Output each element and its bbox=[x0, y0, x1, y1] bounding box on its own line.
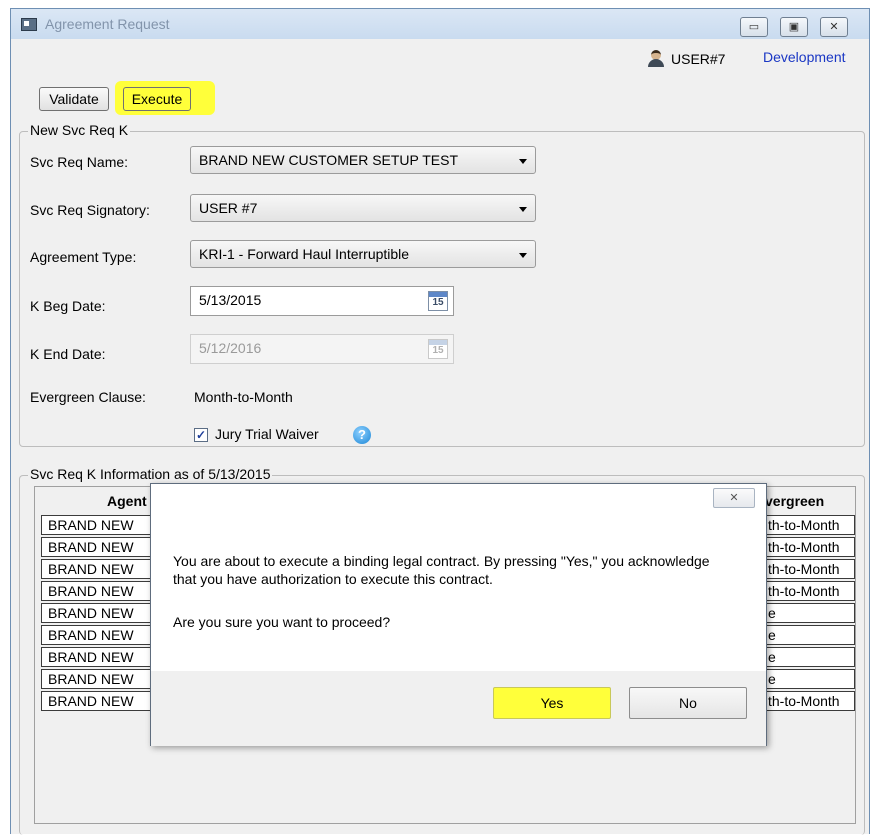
jury-trial-label: Jury Trial Waiver bbox=[215, 426, 319, 442]
grid-cell[interactable]: th-to-Month bbox=[765, 559, 855, 579]
chevron-down-icon bbox=[519, 253, 527, 258]
app-icon bbox=[21, 18, 37, 31]
grid-cell[interactable]: th-to-Month bbox=[765, 515, 855, 535]
jury-trial-checkbox[interactable]: ✓ bbox=[194, 428, 208, 442]
grid-cell[interactable]: th-to-Month bbox=[765, 537, 855, 557]
dialog-question: Are you sure you want to proceed? bbox=[173, 614, 391, 630]
signatory-value: USER #7 bbox=[199, 200, 258, 216]
grid-cell[interactable]: BRAND NEW bbox=[41, 669, 153, 689]
grid-cell[interactable]: e bbox=[765, 625, 855, 645]
grid-cell[interactable]: th-to-Month bbox=[765, 691, 855, 711]
agreement-type-value: KRI-1 - Forward Haul Interruptible bbox=[199, 246, 410, 262]
minimize-button[interactable]: ▭ bbox=[740, 17, 768, 37]
column-header-agent[interactable]: Agent bbox=[107, 487, 147, 515]
user-icon bbox=[647, 49, 665, 67]
svc-req-name-dropdown[interactable]: BRAND NEW CUSTOMER SETUP TEST bbox=[190, 146, 536, 174]
dialog-close-button[interactable]: ✕ bbox=[713, 488, 755, 508]
user-name: USER#7 bbox=[671, 51, 726, 67]
signatory-dropdown[interactable]: USER #7 bbox=[190, 194, 536, 222]
dialog-footer: Yes No bbox=[151, 671, 766, 746]
k-beg-date-field[interactable]: 5/13/2015 15 bbox=[190, 286, 454, 316]
grid-cell[interactable]: BRAND NEW bbox=[41, 603, 153, 623]
k-end-date-label: K End Date: bbox=[30, 346, 106, 362]
execute-button[interactable]: Execute bbox=[123, 87, 191, 111]
grid-cell[interactable]: e bbox=[765, 603, 855, 623]
evergreen-value: Month-to-Month bbox=[194, 389, 293, 405]
signatory-label: Svc Req Signatory: bbox=[30, 202, 150, 218]
grid-cell[interactable]: BRAND NEW bbox=[41, 647, 153, 667]
group-title: Svc Req K Information as of 5/13/2015 bbox=[28, 466, 273, 482]
environment-label: Development bbox=[763, 49, 846, 65]
grid-cell[interactable]: BRAND NEW bbox=[41, 515, 153, 535]
chevron-down-icon bbox=[519, 159, 527, 164]
maximize-button[interactable]: ▣ bbox=[780, 17, 808, 37]
grid-cell[interactable]: BRAND NEW bbox=[41, 581, 153, 601]
window-title: Agreement Request bbox=[45, 16, 170, 32]
grid-cell[interactable]: BRAND NEW bbox=[41, 559, 153, 579]
calendar-icon: 15 bbox=[428, 339, 448, 359]
grid-cell[interactable]: e bbox=[765, 669, 855, 689]
grid-cell[interactable]: BRAND NEW bbox=[41, 625, 153, 645]
k-beg-date-value: 5/13/2015 bbox=[199, 292, 262, 308]
yes-button[interactable]: Yes bbox=[493, 687, 611, 719]
confirm-dialog: ✕ You are about to execute a binding leg… bbox=[150, 483, 767, 746]
title-bar: Agreement Request ▭ ▣ ✕ bbox=[11, 9, 869, 39]
chevron-down-icon bbox=[519, 207, 527, 212]
agreement-type-label: Agreement Type: bbox=[30, 249, 137, 265]
dialog-message: You are about to execute a binding legal… bbox=[173, 553, 710, 587]
column-header-evergreen[interactable]: vergreen bbox=[765, 487, 824, 515]
calendar-icon[interactable]: 15 bbox=[428, 291, 448, 311]
k-end-date-field: 5/12/2016 15 bbox=[190, 334, 454, 364]
grid-cell[interactable]: th-to-Month bbox=[765, 581, 855, 601]
agreement-type-dropdown[interactable]: KRI-1 - Forward Haul Interruptible bbox=[190, 240, 536, 268]
evergreen-label: Evergreen Clause: bbox=[30, 389, 146, 405]
k-beg-date-label: K Beg Date: bbox=[30, 298, 106, 314]
group-title: New Svc Req K bbox=[28, 122, 131, 138]
validate-button[interactable]: Validate bbox=[39, 87, 109, 111]
grid-cell[interactable]: e bbox=[765, 647, 855, 667]
k-end-date-value: 5/12/2016 bbox=[199, 340, 262, 356]
svc-req-name-label: Svc Req Name: bbox=[30, 154, 129, 170]
grid-cell[interactable]: BRAND NEW bbox=[41, 691, 153, 711]
grid-cell[interactable]: BRAND NEW bbox=[41, 537, 153, 557]
no-button[interactable]: No bbox=[629, 687, 747, 719]
help-icon[interactable]: ? bbox=[353, 426, 371, 444]
new-svc-req-group: New Svc Req K Svc Req Name: BRAND NEW CU… bbox=[19, 122, 865, 447]
svc-req-name-value: BRAND NEW CUSTOMER SETUP TEST bbox=[199, 152, 459, 168]
close-button[interactable]: ✕ bbox=[820, 17, 848, 37]
